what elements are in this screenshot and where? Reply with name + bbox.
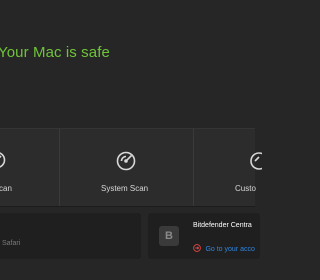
arrow-right-circle-icon [193,244,201,252]
custom-scan-label: Custo [235,184,256,193]
central-card-link[interactable]: Go to your acco [193,238,255,256]
safari-protection-card[interactable]: Safari [0,213,141,259]
system-scan-tile[interactable]: System Scan [60,129,193,206]
custom-scan-tile[interactable]: Custo [194,129,262,206]
bitdefender-central-card[interactable]: B Bitdefender Centra Go to your acco [148,213,260,259]
quick-scan-label: can [0,184,12,193]
central-card-title: Bitdefender Centra [193,222,252,229]
custom-scan-icon [250,152,262,170]
bitdefender-logo-icon: B [159,226,179,246]
quick-scan-tile[interactable]: can [0,129,59,206]
safari-card-subtitle: Safari [2,240,21,247]
system-scan-label: System Scan [101,184,149,193]
quick-scan-icon [0,152,6,168]
system-scan-icon [116,151,136,171]
bitdefender-logo-letter: B [165,230,173,242]
protection-status-title: Your Mac is safe [0,44,110,61]
scan-options-row: can System Scan Custo [0,128,262,207]
central-link-text: Go to your acco [205,246,255,253]
